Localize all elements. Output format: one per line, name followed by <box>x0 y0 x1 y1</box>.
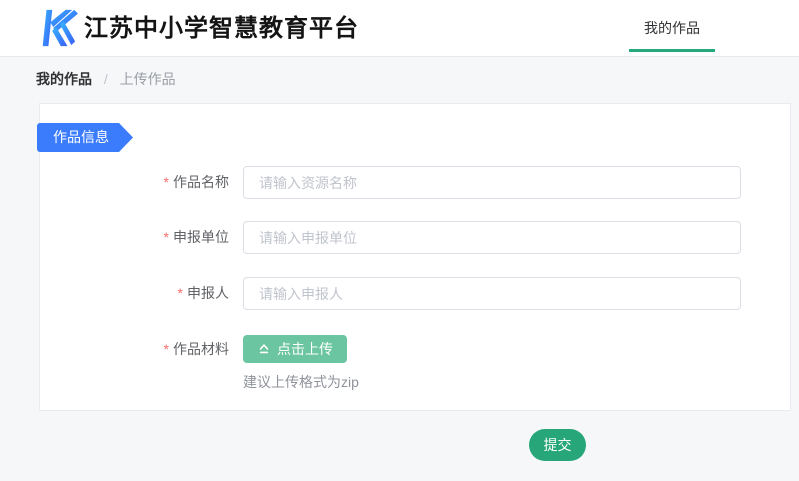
platform-logo-icon <box>36 7 78 49</box>
declaring-unit-label: *申报单位 <box>40 221 229 254</box>
declarant-label: *申报人 <box>40 277 229 310</box>
work-info-card: 作品信息 *作品名称 *申报单位 *申报人 *作品材料 点击上传 建议上传格式为… <box>39 103 791 411</box>
tab-active-underline <box>629 49 715 52</box>
required-asterisk: * <box>164 341 169 357</box>
header: 江苏中小学智慧教育平台 我的作品 <box>0 0 799 57</box>
upload-icon <box>257 342 271 356</box>
required-asterisk: * <box>164 174 169 190</box>
work-materials-label: *作品材料 <box>40 335 229 363</box>
work-name-label: *作品名称 <box>40 166 229 199</box>
required-asterisk: * <box>178 285 183 301</box>
declarant-input[interactable] <box>243 277 741 310</box>
page-title: 江苏中小学智慧教育平台 <box>84 0 359 57</box>
upload-button-label: 点击上传 <box>277 339 333 359</box>
tab-my-works[interactable]: 我的作品 <box>629 0 715 56</box>
submit-button[interactable]: 提交 <box>529 429 586 461</box>
section-title-badge: 作品信息 <box>37 123 133 152</box>
work-name-input[interactable] <box>243 166 741 199</box>
breadcrumb: 我的作品 / 上传作品 <box>36 71 176 87</box>
declaring-unit-input[interactable] <box>243 221 741 254</box>
upload-button[interactable]: 点击上传 <box>243 335 347 363</box>
breadcrumb-upload-work: 上传作品 <box>120 71 176 87</box>
upload-format-hint: 建议上传格式为zip <box>243 373 359 391</box>
required-asterisk: * <box>164 229 169 245</box>
breadcrumb-separator: / <box>104 71 108 87</box>
breadcrumb-my-works[interactable]: 我的作品 <box>36 71 92 87</box>
